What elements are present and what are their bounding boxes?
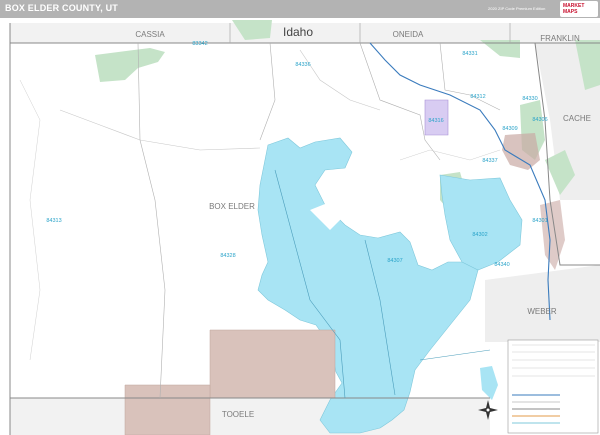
county-label-box-elder: BOX ELDER bbox=[209, 202, 255, 211]
county-label-cache: CACHE bbox=[563, 114, 591, 123]
market-maps-logo-icon: MARKET MAPS bbox=[560, 1, 598, 17]
zip-label-84340: 84340 bbox=[494, 262, 509, 268]
zip-label-84301: 84301 bbox=[532, 218, 547, 224]
state-label-idaho: Idaho bbox=[283, 25, 313, 39]
zip-label-84336: 84336 bbox=[295, 62, 310, 68]
zip-label-84302: 84302 bbox=[472, 232, 487, 238]
map-canvas: Idaho CASSIA ONEIDA FRANKLIN CACHE BOX E… bbox=[0, 18, 600, 435]
zip-label-84328: 84328 bbox=[220, 253, 235, 259]
county-label-weber: WEBER bbox=[527, 307, 557, 316]
county-label-cassia: CASSIA bbox=[135, 30, 165, 39]
county-label-tooele: TOOELE bbox=[222, 410, 254, 419]
legend-box bbox=[507, 339, 599, 434]
zip-label-84330: 84330 bbox=[522, 96, 537, 102]
county-label-franklin: FRANKLIN bbox=[540, 34, 580, 43]
zip-label-84313: 84313 bbox=[46, 218, 61, 224]
zip-label-84309: 84309 bbox=[502, 126, 517, 132]
map-frame: BOX ELDER COUNTY, UT 2020 ZIP Code Premi… bbox=[0, 0, 600, 435]
military-reservation bbox=[209, 329, 336, 399]
map-title: BOX ELDER COUNTY, UT bbox=[5, 3, 119, 13]
zip-label-84316: 84316 bbox=[428, 118, 443, 124]
logo-text: MARKET MAPS bbox=[563, 3, 585, 15]
zip-label-84312: 84312 bbox=[470, 94, 485, 100]
map-header: BOX ELDER COUNTY, UT 2020 ZIP Code Premi… bbox=[0, 0, 600, 18]
county-label-oneida: ONEIDA bbox=[393, 30, 424, 39]
zip-label-83342: 83342 bbox=[192, 41, 207, 47]
zip-label-84307: 84307 bbox=[387, 258, 402, 264]
edition-note: 2020 ZIP Code Premium Edition bbox=[488, 6, 546, 11]
military-reservation-south bbox=[124, 384, 211, 435]
zip-label-84337: 84337 bbox=[482, 158, 497, 164]
zip-label-84331: 84331 bbox=[462, 51, 477, 57]
zip-label-84306: 84306 bbox=[532, 117, 547, 123]
